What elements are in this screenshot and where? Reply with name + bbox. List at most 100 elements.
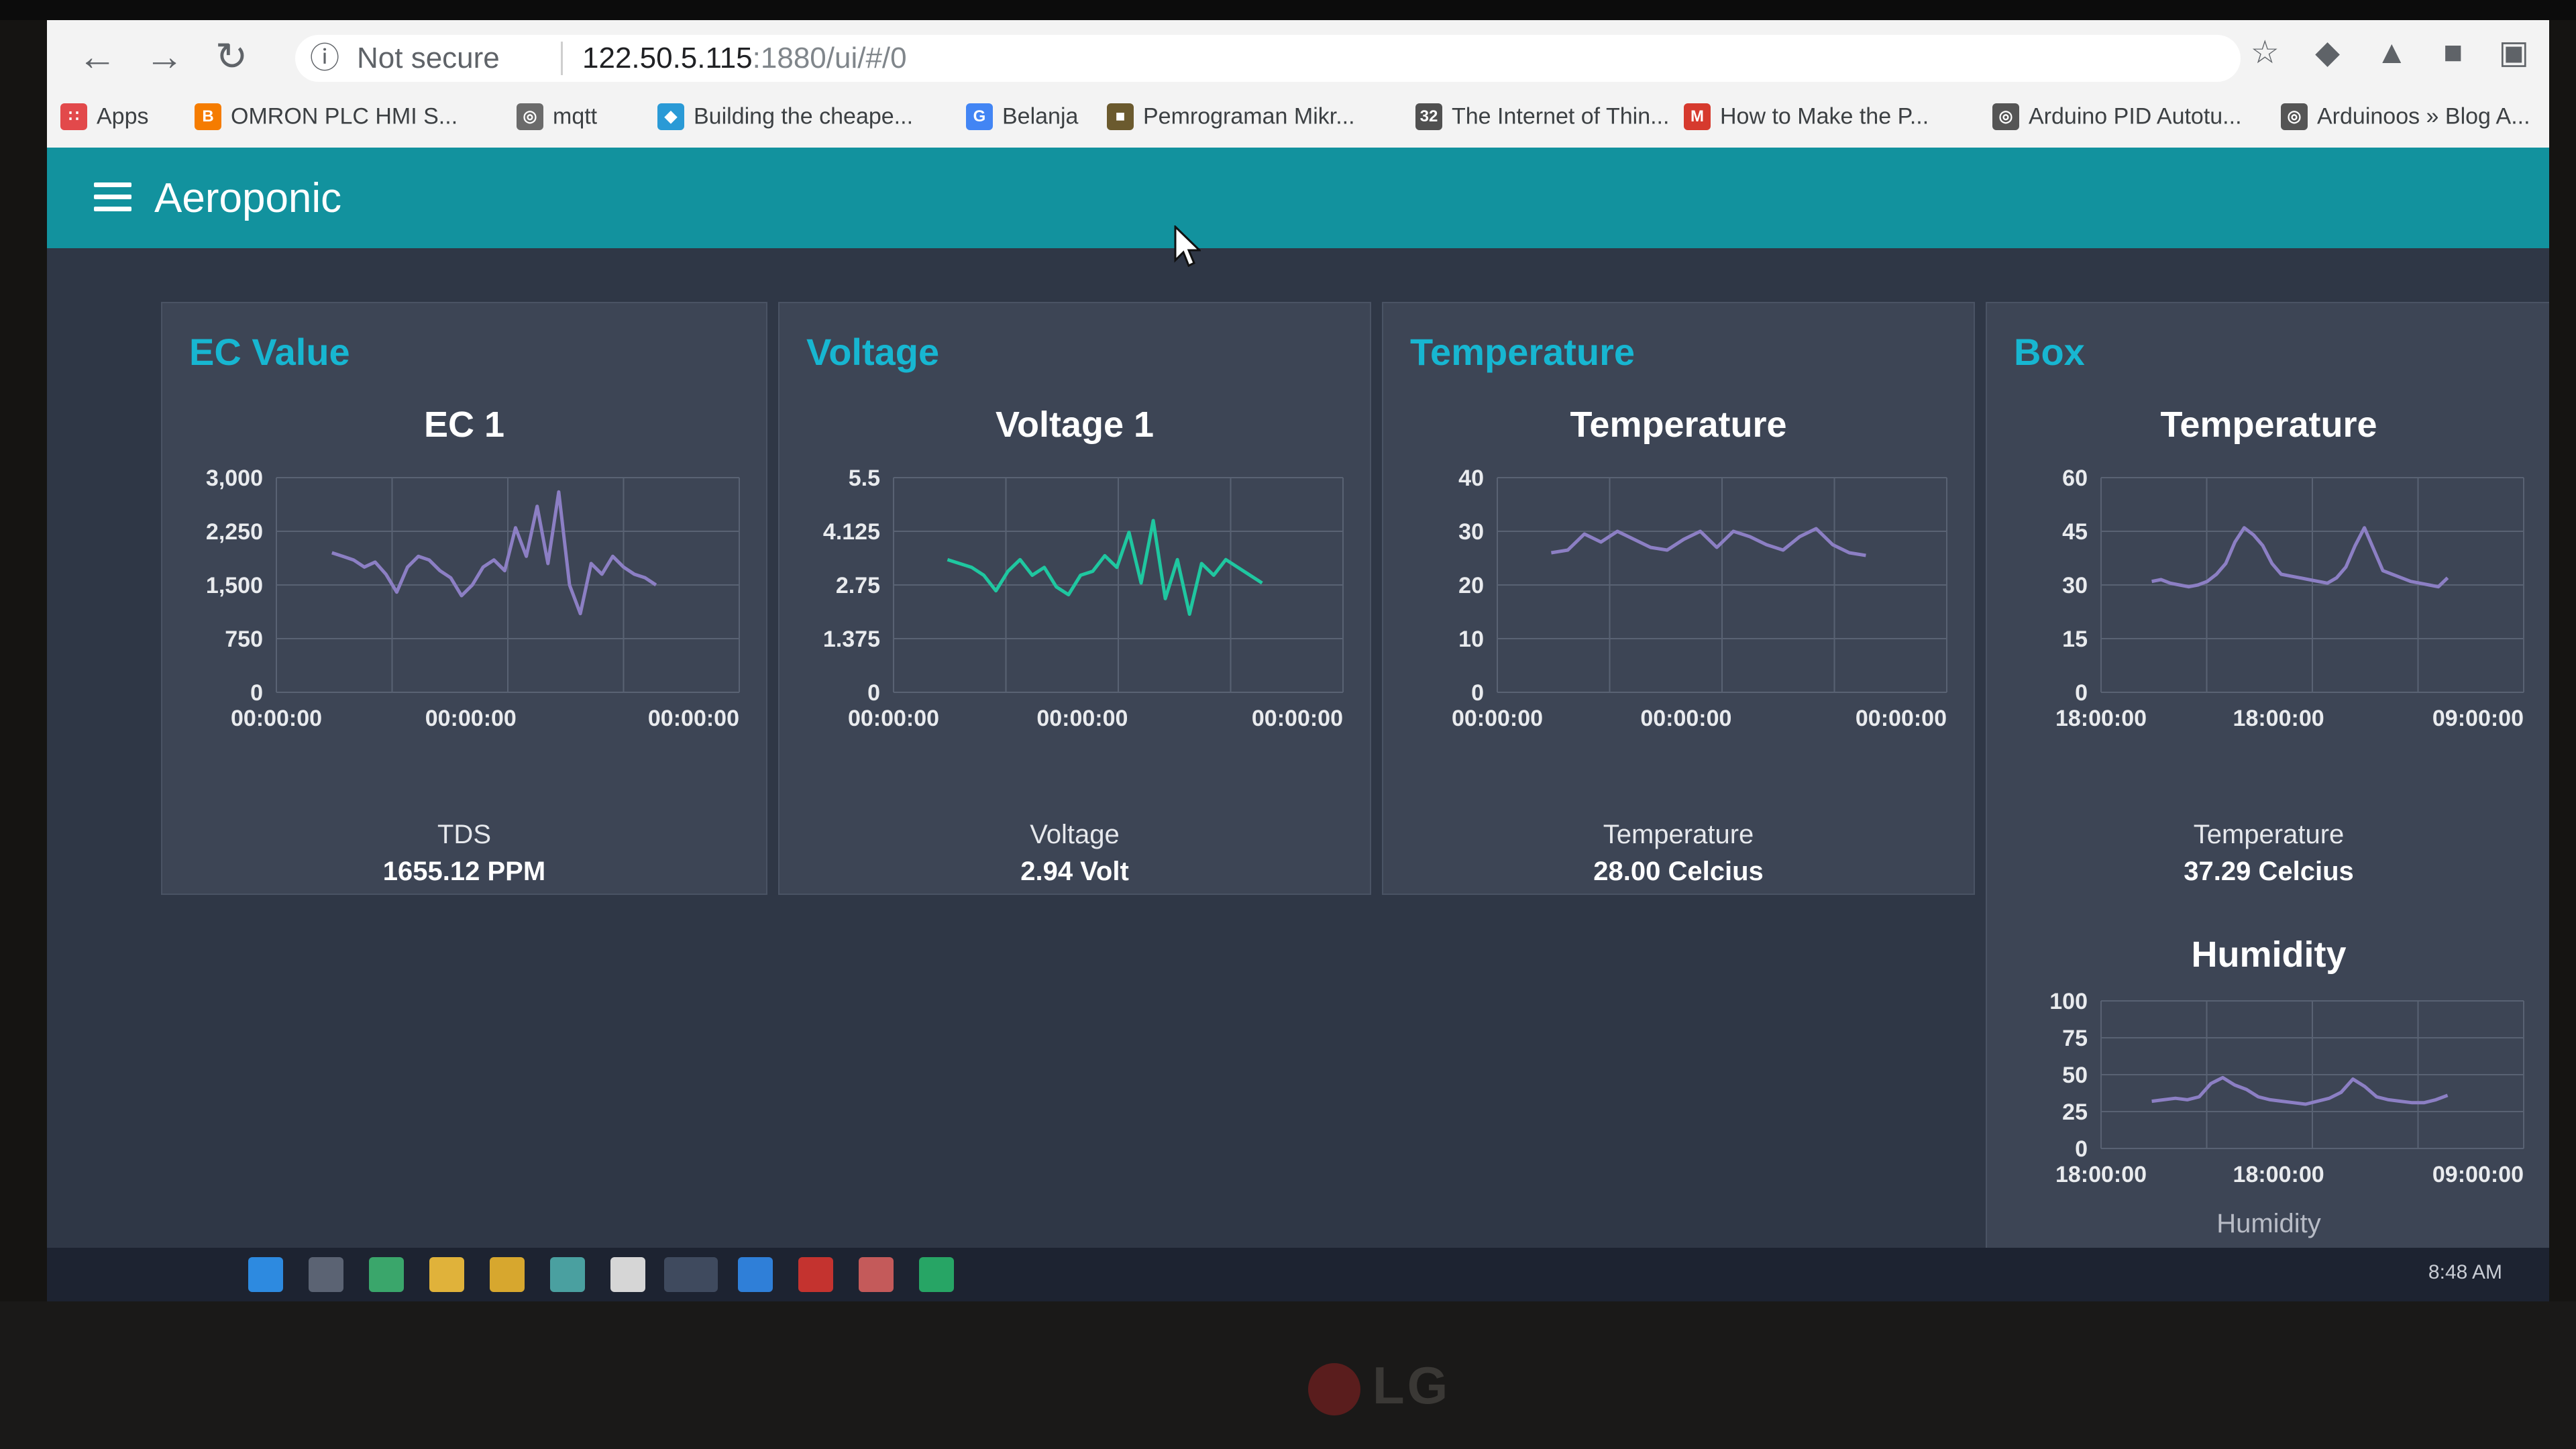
x-tick-label: 00:00:00 (425, 706, 517, 731)
reload-button[interactable]: ↻ (208, 34, 255, 80)
y-tick-label: 0 (867, 680, 880, 706)
x-tick-label: 09:00:00 (2432, 706, 2524, 731)
x-tick-label: 00:00:00 (231, 706, 322, 731)
drive-icon[interactable]: ▲ (2375, 35, 2408, 70)
url-host: 122.50.5.115 (582, 42, 753, 74)
y-tick-label: 30 (2062, 573, 2088, 598)
bookmarks-bar: ∷ Apps B OMRON PLC HMI S... ◎ mqtt ◆ Building t… (47, 91, 2549, 144)
box-temperature-chart: 60453015018:00:00 18:00:00 09:00:00 (2055, 466, 2524, 731)
navigation-row: ← → ↻ ⓘ Not secure 122.50.5.115:1880/ui/… (47, 20, 2549, 87)
chart-title: Humidity (2191, 934, 2347, 975)
widget-value: 2.94 Volt (1020, 857, 1129, 886)
my-icon: M (1684, 103, 1711, 131)
y-tick-label: 40 (1458, 466, 1484, 491)
folder-icon[interactable] (429, 1257, 464, 1292)
extension-icon[interactable]: ▣ (2499, 35, 2529, 70)
bookmark-label: The Internet of Thin... (1452, 103, 1670, 129)
monitor-bezel-top (0, 0, 2576, 20)
ec-card: EC Value EC 1 3,000 2,250 1,500 750 0 00:00:0… (161, 302, 767, 895)
bookmark-item[interactable]: G Belanja (966, 103, 1078, 131)
bookmark-item[interactable]: ■ Pemrograman Mikr... (1107, 103, 1355, 131)
screen: ← → ↻ ⓘ Not secure 122.50.5.115:1880/ui/… (47, 20, 2549, 1301)
address-bar[interactable]: ⓘ Not secure 122.50.5.115:1880/ui/#/0 (295, 35, 2241, 82)
bookmark-label: mqtt (553, 103, 598, 129)
x-tick-label: 00:00:00 (1452, 706, 1543, 731)
browser-actions: ☆ ◆ ▲ ■ ▣ (2251, 34, 2529, 71)
chrome-icon[interactable] (664, 1257, 718, 1292)
forward-button[interactable]: → (141, 34, 188, 80)
y-tick-label: 0 (250, 680, 263, 706)
bookmark-item[interactable]: ∷ Apps (60, 103, 149, 131)
widget-label: Temperature (2193, 820, 2345, 849)
widget-label: Voltage (1030, 820, 1120, 849)
bookmark-item[interactable]: ◆ Building the cheape... (657, 103, 913, 131)
bookmark-label: Pemrograman Mikr... (1143, 103, 1355, 129)
x-tick-label: 00:00:00 (1640, 706, 1731, 731)
bookmark-label: Apps (97, 103, 149, 129)
x-tick-label: 00:00:00 (648, 706, 739, 731)
y-tick-label: 3,000 (206, 466, 263, 491)
chart-title: Temperature (2160, 405, 2377, 445)
series-line (331, 490, 657, 616)
globe-icon: ◎ (1992, 103, 2019, 131)
bookmark-item[interactable]: ◎ mqtt (517, 103, 598, 131)
bookmark-label: How to Make the P... (1720, 103, 1929, 129)
widget-label: Humidity (2216, 1209, 2321, 1238)
x-tick-label: 18:00:00 (2055, 1162, 2147, 1187)
card-title: Box (2014, 331, 2085, 373)
back-button[interactable]: ← (74, 34, 121, 80)
app-icon[interactable] (490, 1257, 525, 1292)
y-tick-label: 45 (2062, 519, 2088, 545)
y-tick-label: 50 (2062, 1063, 2088, 1088)
address-divider (561, 42, 563, 75)
y-tick-label: 0 (2075, 1136, 2088, 1162)
info-icon[interactable]: ⓘ (310, 35, 339, 82)
url-text: 122.50.5.115:1880/ui/#/0 (582, 35, 907, 82)
chart-title: EC 1 (423, 405, 505, 445)
task-view-icon[interactable] (309, 1257, 343, 1292)
bookmark-item[interactable]: M How to Make the P... (1684, 103, 1929, 131)
bookmark-item[interactable]: ◎ Arduino PID Autotu... (1992, 103, 2242, 131)
calendar-icon: 32 (1415, 103, 1442, 131)
app-icon[interactable] (369, 1257, 404, 1292)
app-icon[interactable] (550, 1257, 585, 1292)
widget-label: TDS (437, 820, 491, 849)
extension-icon[interactable]: ◆ (2315, 35, 2340, 70)
y-tick-label: 25 (2062, 1099, 2088, 1125)
widget-label: Temperature (1603, 820, 1754, 849)
box-humidity-chart: 100755025018:00:00 18:00:00 09:00:00 (2049, 989, 2524, 1187)
bookmark-label: Arduinoos » Blog A... (2317, 103, 2530, 129)
notepad-icon[interactable] (610, 1257, 645, 1292)
x-tick-label: 00:00:00 (1036, 706, 1128, 731)
x-tick-label: 09:00:00 (2432, 1162, 2524, 1187)
pdf-icon[interactable] (798, 1257, 833, 1292)
bookmark-item[interactable]: ◎ Arduinoos » Blog A... (2281, 103, 2530, 131)
app-icon[interactable] (859, 1257, 894, 1292)
y-tick-label: 4.125 (823, 519, 880, 545)
widget-value: 28.00 Celcius (1593, 857, 1764, 886)
bookmark-star-icon[interactable]: ☆ (2251, 35, 2279, 70)
widget-value: 1655.12 PPM (382, 857, 546, 886)
card-title: Voltage (806, 331, 940, 373)
temperature-card: Temperature Temperature 40 30 20 10 0 00:00:0… (1382, 302, 1975, 895)
mouse-cursor-icon (1174, 225, 1201, 268)
x-tick-label: 00:00:00 (848, 706, 939, 731)
extension-icon[interactable]: ■ (2443, 35, 2463, 70)
excel-icon[interactable] (919, 1257, 954, 1292)
temperature-chart: 40302010000:00:00 00:00:00 00:00:00 (1452, 466, 1947, 731)
y-tick-label: 15 (2062, 627, 2088, 652)
x-tick-label: 18:00:00 (2055, 706, 2147, 731)
x-tick-label: 00:00:00 (1856, 706, 1947, 731)
voltage-chart: 5.54.1252.751.375000:00:00 00:00:00 00:00:… (823, 466, 1344, 731)
y-tick-label: 10 (1458, 627, 1484, 652)
y-tick-label: 1,500 (206, 573, 263, 598)
bookmark-item[interactable]: B OMRON PLC HMI S... (195, 103, 458, 131)
chart-title: Voltage 1 (995, 405, 1155, 445)
bookmark-item[interactable]: 32 The Internet of Thin... (1415, 103, 1670, 131)
windows-start-icon[interactable] (248, 1257, 283, 1292)
series-line (947, 519, 1263, 616)
menu-icon[interactable] (94, 182, 131, 212)
y-tick-label: 2,250 (206, 519, 263, 545)
card-title: Temperature (1410, 331, 1635, 373)
vscode-icon[interactable] (738, 1257, 773, 1292)
